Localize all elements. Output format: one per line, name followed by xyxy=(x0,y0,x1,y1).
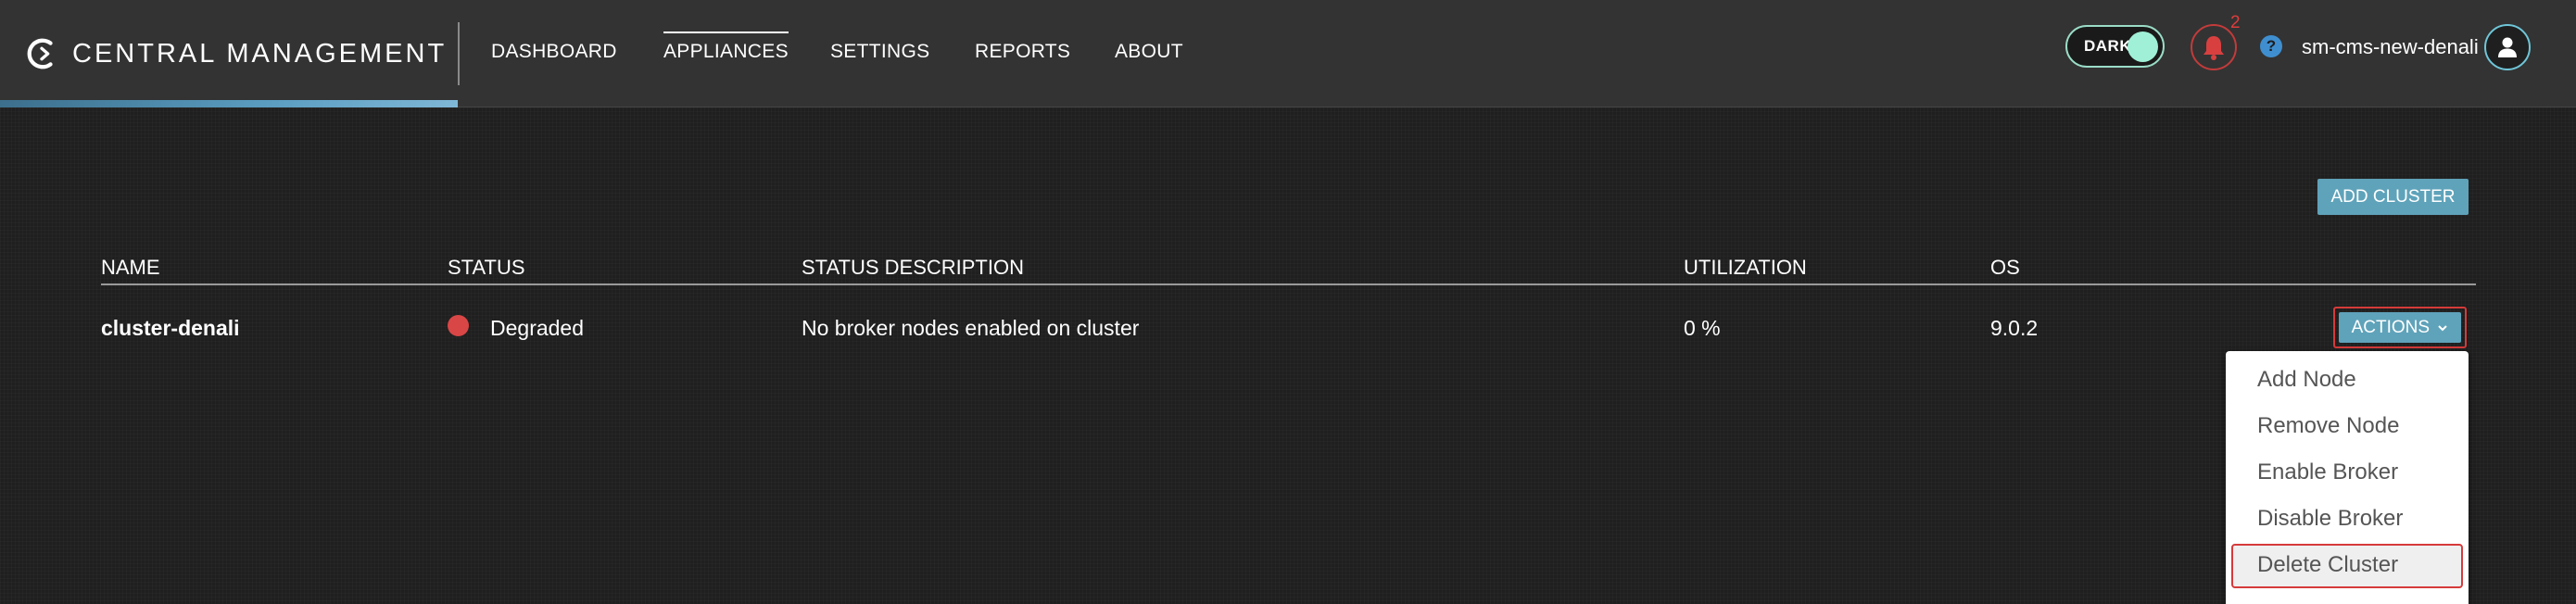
help-icon[interactable]: ? xyxy=(2260,35,2282,57)
actions-dropdown-menu: Add Node Remove Node Enable Broker Disab… xyxy=(2226,351,2469,604)
bell-icon xyxy=(2203,36,2224,60)
user-icon xyxy=(2498,37,2517,57)
cluster-utilization: 0 % xyxy=(1684,316,1721,340)
brand-accent-bar xyxy=(0,100,458,107)
user-avatar[interactable] xyxy=(2484,24,2531,70)
menu-item-delete-cluster[interactable]: Delete Cluster xyxy=(2257,552,2398,578)
toggle-knob xyxy=(2128,31,2158,62)
column-header-utilization[interactable]: UTILIZATION xyxy=(1684,256,1807,280)
nav-appliances[interactable]: APPLIANCES xyxy=(663,31,789,69)
table-header-divider xyxy=(101,283,2476,285)
nav-about[interactable]: ABOUT xyxy=(1115,41,1183,69)
menu-item-add-node[interactable]: Add Node xyxy=(2257,367,2356,393)
brand[interactable]: CENTRAL MANAGEMENT xyxy=(24,35,447,72)
menu-item-remove-node[interactable]: Remove Node xyxy=(2257,413,2399,439)
brand-name: CENTRAL MANAGEMENT xyxy=(72,38,448,69)
dark-mode-toggle[interactable]: DARK xyxy=(2065,25,2165,68)
notification-count: 2 xyxy=(2230,13,2241,32)
username[interactable]: sm-cms-new-denali xyxy=(2302,35,2479,59)
nav-dashboard[interactable]: DASHBOARD xyxy=(491,41,617,69)
brand-divider xyxy=(458,22,460,85)
add-cluster-button[interactable]: ADD CLUSTER xyxy=(2317,179,2469,215)
menu-item-disable-broker[interactable]: Disable Broker xyxy=(2257,506,2403,532)
cluster-status-description: No broker nodes enabled on cluster xyxy=(802,316,1140,340)
column-header-os[interactable]: OS xyxy=(1990,256,2020,280)
column-header-status-description[interactable]: STATUS DESCRIPTION xyxy=(802,256,1024,280)
cluster-name[interactable]: cluster-denali xyxy=(101,316,240,341)
cluster-status: Degraded xyxy=(490,316,585,340)
column-header-name[interactable]: NAME xyxy=(101,256,160,280)
cluster-os-version: 9.0.2 xyxy=(1990,316,2039,340)
top-navigation-bar: CENTRAL MANAGEMENT DASHBOARD APPLIANCES … xyxy=(0,0,2576,107)
brand-logo-icon xyxy=(27,38,53,69)
nav-settings[interactable]: SETTINGS xyxy=(830,41,929,69)
column-header-status[interactable]: STATUS xyxy=(448,256,525,280)
menu-item-enable-broker[interactable]: Enable Broker xyxy=(2257,459,2398,485)
chevron-down-icon xyxy=(2438,325,2448,332)
dark-mode-label: DARK xyxy=(2084,37,2132,55)
actions-label: ACTIONS xyxy=(2351,318,2431,337)
actions-button[interactable]: ACTIONS xyxy=(2339,312,2461,343)
nav-reports[interactable]: REPORTS xyxy=(975,41,1070,69)
status-indicator xyxy=(448,315,469,336)
